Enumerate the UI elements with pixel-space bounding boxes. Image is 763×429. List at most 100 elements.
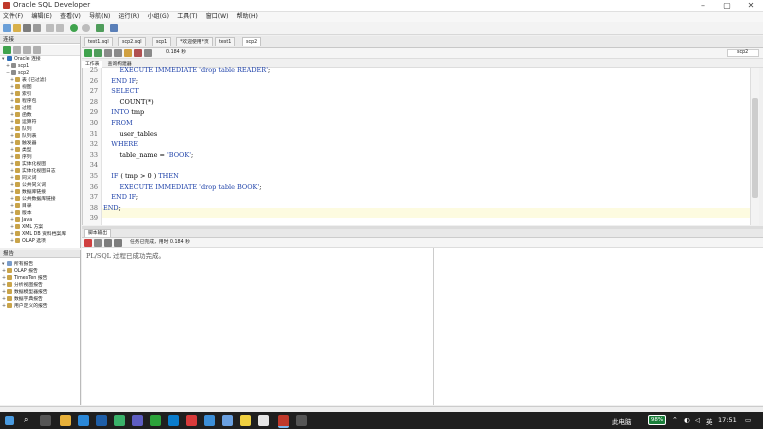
forward-icon[interactable]: [82, 24, 90, 32]
tree-item-synonyms[interactable]: + 同义词: [10, 175, 36, 182]
code-line[interactable]: EXECUTE IMMEDIATE 'drop table BOOK';: [103, 183, 262, 191]
report-user-defined[interactable]: + 用户定义的报告: [2, 303, 48, 310]
run-sql-icon[interactable]: [96, 24, 104, 32]
network-icon[interactable]: ◐: [684, 416, 690, 424]
app-icon[interactable]: [168, 415, 179, 426]
report-olap[interactable]: + OLAP 报告: [2, 268, 38, 275]
menu-navigate[interactable]: 导航(N): [89, 12, 110, 22]
menu-tools[interactable]: 工具(T): [177, 12, 197, 22]
app-icon[interactable]: [222, 415, 233, 426]
tree-item-tables[interactable]: + 表 (已过滤): [10, 77, 46, 84]
tree-item-olap-option[interactable]: + OLAP 选项: [10, 238, 46, 244]
this-pc-label[interactable]: 此电脑: [612, 416, 632, 426]
code-line[interactable]: EXECUTE IMMEDIATE 'drop table READER';: [103, 66, 271, 74]
menu-file[interactable]: 文件(F): [3, 12, 23, 22]
report-data-dictionary[interactable]: + 数据字典报告: [2, 296, 43, 303]
autotrace-icon[interactable]: [134, 49, 142, 57]
back-icon[interactable]: [70, 24, 78, 32]
tab-script-output[interactable]: 脚本输出: [84, 229, 112, 237]
ime-indicator[interactable]: 英: [706, 416, 713, 426]
clear-icon[interactable]: [144, 49, 152, 57]
code-line[interactable]: INTO tmp: [103, 108, 144, 116]
tree-item-scp2[interactable]: − scp2: [6, 70, 29, 77]
editor-scrollbar[interactable]: [750, 68, 759, 225]
code-line[interactable]: SELECT: [103, 87, 139, 95]
code-line[interactable]: END IF;: [103, 193, 138, 201]
search-icon[interactable]: ⌕: [24, 415, 28, 425]
undo-icon[interactable]: [46, 24, 54, 32]
tree-item-public-db-links[interactable]: + 公共数据库链接: [10, 196, 56, 203]
clear-output-icon[interactable]: [94, 239, 102, 247]
app-icon[interactable]: [114, 415, 125, 426]
report-data-modeler[interactable]: + 数据模型器报告: [2, 289, 48, 296]
sql-developer-taskbar-icon[interactable]: [278, 415, 289, 428]
print-icon[interactable]: [114, 239, 122, 247]
code-line[interactable]: COUNT(*): [103, 98, 154, 106]
new-icon[interactable]: [3, 24, 11, 32]
menu-help[interactable]: 帮助(H): [237, 12, 258, 22]
open-icon[interactable]: [13, 24, 21, 32]
app-icon[interactable]: [296, 415, 307, 426]
tree-item-queues[interactable]: + 队列: [10, 126, 32, 133]
tree-item-materialized-view-logs[interactable]: + 实体化视图日志: [10, 168, 56, 175]
report-all[interactable]: ▾ 所有报告: [2, 261, 33, 268]
menu-window[interactable]: 窗口(W): [206, 12, 229, 22]
clock[interactable]: 17:51: [718, 416, 737, 424]
filter-icon[interactable]: [23, 46, 31, 54]
word-icon[interactable]: [96, 415, 107, 426]
tree-item-scp1[interactable]: + scp1: [6, 63, 29, 70]
tree-item-views[interactable]: + 视图: [10, 84, 32, 91]
script-output-area[interactable]: PL/SQL 过程已成功完成。: [82, 248, 763, 405]
battery-indicator[interactable]: 98%: [648, 415, 666, 425]
tree-item-java[interactable]: + Java: [10, 217, 32, 224]
debug-icon[interactable]: [110, 24, 118, 32]
file-explorer-icon[interactable]: [60, 415, 71, 426]
save-output-icon[interactable]: [104, 239, 112, 247]
save-all-icon[interactable]: [33, 24, 41, 32]
close-button[interactable]: ✕: [739, 0, 763, 11]
tree-item-sequences[interactable]: + 序列: [10, 154, 32, 161]
tab-test1[interactable]: test1: [215, 37, 236, 46]
tree-item-types[interactable]: + 类型: [10, 147, 32, 154]
add-connection-icon[interactable]: [3, 46, 11, 54]
tab-test1-sql[interactable]: test1.sql: [84, 37, 113, 46]
app-icon[interactable]: [186, 415, 197, 426]
tab-scp2-sql[interactable]: scp2.sql: [118, 37, 146, 46]
menu-team[interactable]: 小组(G): [148, 12, 169, 22]
menu-run[interactable]: 运行(R): [119, 12, 140, 22]
code-line[interactable]: WHERE: [103, 140, 138, 148]
start-icon[interactable]: [5, 416, 14, 425]
connection-selector[interactable]: scp2: [727, 49, 759, 57]
code-line[interactable]: FROM: [103, 119, 132, 127]
tree-item-materialized-views[interactable]: + 实体化视图: [10, 161, 46, 168]
run-script-icon[interactable]: [94, 49, 102, 57]
minimize-button[interactable]: –: [691, 0, 715, 11]
tab-scp1[interactable]: scp1: [152, 37, 172, 46]
wechat-icon[interactable]: [150, 415, 161, 426]
notes-icon[interactable]: [240, 415, 251, 426]
tree-item-db-links[interactable]: + 数据库链接: [10, 189, 46, 196]
app-icon[interactable]: [204, 415, 215, 426]
pin-icon[interactable]: [84, 239, 92, 247]
code-line[interactable]: END IF;: [103, 77, 138, 85]
report-timesten[interactable]: + TimesTen 报告: [2, 275, 47, 282]
app-icon[interactable]: [132, 415, 143, 426]
explain-plan-icon[interactable]: [124, 49, 132, 57]
edge-icon[interactable]: [78, 415, 89, 426]
tree-item-directories[interactable]: + 目录: [10, 203, 32, 210]
notification-icon[interactable]: ▭: [745, 416, 751, 424]
tree-item-xml-db-repository[interactable]: + XML DB 资料档案库: [10, 231, 66, 238]
refresh-icon[interactable]: [13, 46, 21, 54]
tree-item-procedures[interactable]: + 过程: [10, 105, 32, 112]
sql-editor[interactable]: 25 EXECUTE IMMEDIATE 'drop table READER'…: [82, 66, 751, 225]
scrollbar-thumb[interactable]: [752, 98, 758, 198]
task-view-icon[interactable]: [40, 415, 51, 426]
report-analytic-views[interactable]: + 分析视图报告: [2, 282, 43, 289]
schema-browser-icon[interactable]: [33, 46, 41, 54]
volume-icon[interactable]: ◁: [695, 416, 700, 424]
commit-icon[interactable]: [104, 49, 112, 57]
code-line[interactable]: user_tables: [103, 130, 158, 138]
tree-item-public-synonyms[interactable]: + 公共同义词: [10, 182, 46, 189]
tree-item-indexes[interactable]: + 索引: [10, 91, 32, 98]
code-line[interactable]: table_name = 'BOOK';: [103, 151, 194, 159]
